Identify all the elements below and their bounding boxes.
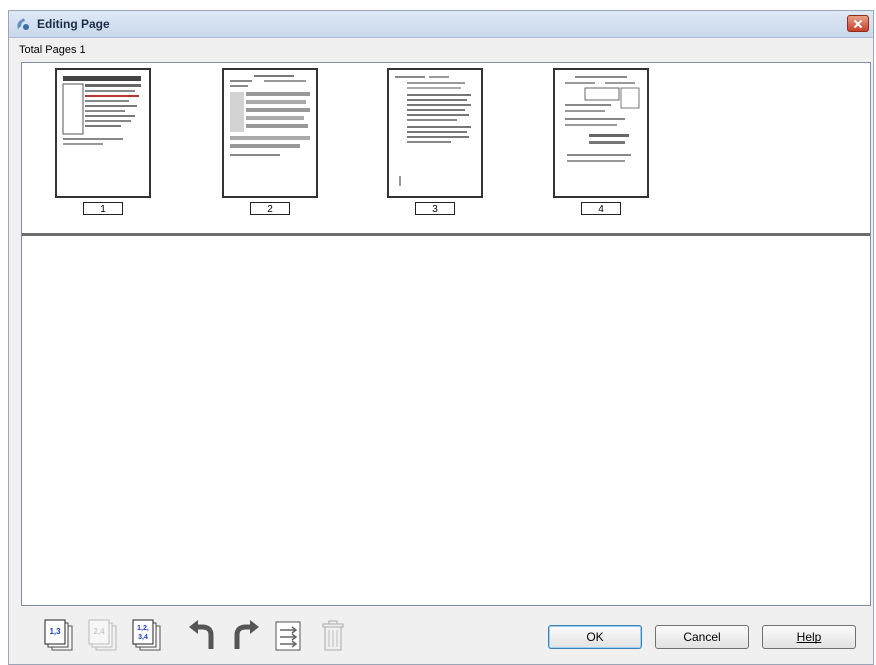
select-odd-pages-icon[interactable]: 1,3: [43, 619, 75, 653]
scanner-app-icon: [15, 16, 31, 32]
page-preview-panel[interactable]: 1 2 3 4: [21, 62, 871, 606]
page-edit-toolbar: 1,3 2,4 1,2, 3,4: [43, 619, 403, 659]
page-number-field[interactable]: 1: [83, 202, 123, 215]
rotate-right-icon[interactable]: [229, 619, 261, 653]
page-image: [553, 68, 649, 198]
title-bar[interactable]: Editing Page: [9, 11, 873, 38]
page-thumbnail-4[interactable]: 4: [553, 68, 653, 218]
help-button[interactable]: Help: [762, 625, 856, 649]
page-number-field[interactable]: 3: [415, 202, 455, 215]
page-thumbnail-2[interactable]: 2: [222, 68, 322, 218]
page-number-field[interactable]: 4: [581, 202, 621, 215]
ok-button[interactable]: OK: [548, 625, 642, 649]
page-image: [222, 68, 318, 198]
total-pages-label: Total Pages 1: [19, 44, 86, 56]
close-icon[interactable]: [847, 15, 869, 32]
delete-page-icon[interactable]: [317, 619, 349, 653]
svg-text:1,3: 1,3: [49, 627, 61, 636]
window-title: Editing Page: [37, 17, 110, 31]
rotate-left-icon[interactable]: [185, 619, 217, 653]
page-image: [387, 68, 483, 198]
thumbnail-strip: 1 2 3 4: [22, 63, 870, 233]
page-thumbnail-3[interactable]: 3: [387, 68, 487, 218]
page-thumbnail-1[interactable]: 1: [55, 68, 155, 218]
cancel-button[interactable]: Cancel: [655, 625, 749, 649]
help-button-label: Help: [796, 630, 822, 644]
editing-page-dialog: Editing Page Total Pages 1 1 2 3 4 1,3 2…: [8, 10, 874, 665]
svg-text:1,2,: 1,2,: [137, 625, 149, 632]
select-even-pages-icon[interactable]: 2,4: [87, 619, 119, 653]
select-all-pages-icon[interactable]: 1,2, 3,4: [131, 619, 163, 653]
panel-divider[interactable]: [22, 233, 870, 236]
svg-text:2,4: 2,4: [93, 627, 105, 636]
svg-text:3,4: 3,4: [138, 634, 148, 641]
page-image: [55, 68, 151, 198]
reorder-pages-icon[interactable]: [273, 619, 305, 653]
page-number-field[interactable]: 2: [250, 202, 290, 215]
